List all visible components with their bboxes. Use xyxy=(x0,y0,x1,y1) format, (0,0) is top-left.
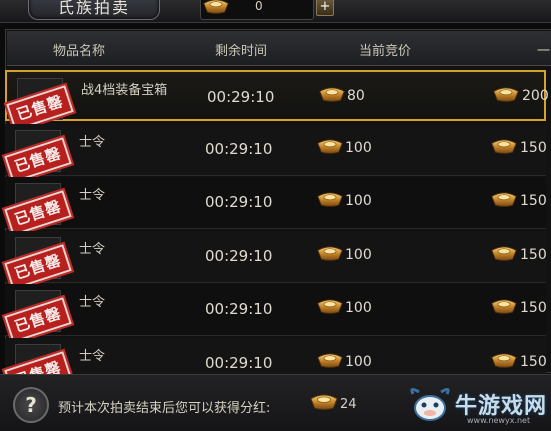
item-name: 士令 xyxy=(79,134,106,150)
auction-row[interactable]: 士令已售罄00:29:10100150 xyxy=(2,123,547,186)
time-left: 00:29:10 xyxy=(207,88,275,106)
dividend-info-text: 预计本次拍卖结束后您可以获得分红: xyxy=(58,401,271,416)
buyout-price: 150 xyxy=(520,353,547,370)
item-name: 战4档装备宝箱 xyxy=(81,83,168,98)
gold-ingot-icon xyxy=(317,138,343,154)
gold-ingot-icon xyxy=(491,352,517,368)
current-bid: 100 xyxy=(345,139,372,156)
auction-row[interactable]: 士令已售罄00:29:10100150 xyxy=(2,230,547,293)
time-left: 00:29:10 xyxy=(205,193,273,211)
time-left: 00:29:10 xyxy=(205,353,273,372)
time-left: 00:29:10 xyxy=(205,246,273,265)
watermark: 牛游戏网 www.newyx.net xyxy=(405,380,551,430)
current-bid: 100 xyxy=(345,353,372,370)
current-bid: 80 xyxy=(347,88,365,104)
gold-ingot-icon xyxy=(491,138,517,154)
table-header: 物品名称 剩余时间 当前竞价 一 xyxy=(7,31,551,66)
header-item-name: 物品名称 xyxy=(53,44,106,59)
header-current-bid: 当前竞价 xyxy=(359,44,412,59)
current-bid: 100 xyxy=(345,300,372,316)
page-title: 氏族拍卖 xyxy=(28,0,160,20)
item-name: 士令 xyxy=(79,241,106,257)
dividend-value: 24 xyxy=(340,397,357,412)
gold-ingot-icon xyxy=(491,191,517,207)
current-bid: 100 xyxy=(345,193,372,209)
gold-ingot-icon xyxy=(317,352,343,368)
buyout-price: 200 xyxy=(522,88,549,104)
header-time-left: 剩余时间 xyxy=(215,44,268,59)
mascot-logo-icon xyxy=(410,387,450,421)
buyout-price: 150 xyxy=(520,193,547,209)
item-name: 士令 xyxy=(79,348,106,364)
item-name: 士令 xyxy=(79,295,106,310)
help-button[interactable]: ? xyxy=(13,387,49,423)
currency-value: 0 xyxy=(255,0,263,13)
time-left: 00:29:10 xyxy=(205,139,273,158)
gold-ingot-icon xyxy=(203,0,229,14)
header-buyout: 一 xyxy=(537,44,551,59)
time-left: 00:29:10 xyxy=(205,300,273,318)
gold-ingot-icon xyxy=(491,245,517,261)
gold-ingot-icon xyxy=(310,393,338,410)
item-name: 士令 xyxy=(79,188,106,203)
gold-ingot-icon xyxy=(317,191,343,207)
gold-ingot-icon xyxy=(491,298,517,314)
current-bid: 100 xyxy=(345,246,372,263)
auction-row[interactable]: 战4档装备宝箱 已售罄 00:29:10 80 200 xyxy=(4,70,549,135)
gold-ingot-icon xyxy=(319,86,345,102)
buyout-price: 150 xyxy=(520,139,547,156)
gold-ingot-icon xyxy=(493,86,519,102)
auction-row[interactable]: 士令已售罄00:29:10100150 xyxy=(2,177,547,240)
top-bar: 氏族拍卖 0 + xyxy=(0,0,551,23)
gold-ingot-icon xyxy=(317,245,343,261)
watermark-url: www.newyx.net xyxy=(467,416,531,425)
auction-row[interactable]: 士令已售罄00:29:10100150 xyxy=(2,284,547,347)
gold-ingot-icon xyxy=(317,298,343,314)
buyout-price: 150 xyxy=(520,300,547,316)
buyout-price: 150 xyxy=(520,246,547,263)
add-currency-button[interactable]: + xyxy=(316,0,334,16)
